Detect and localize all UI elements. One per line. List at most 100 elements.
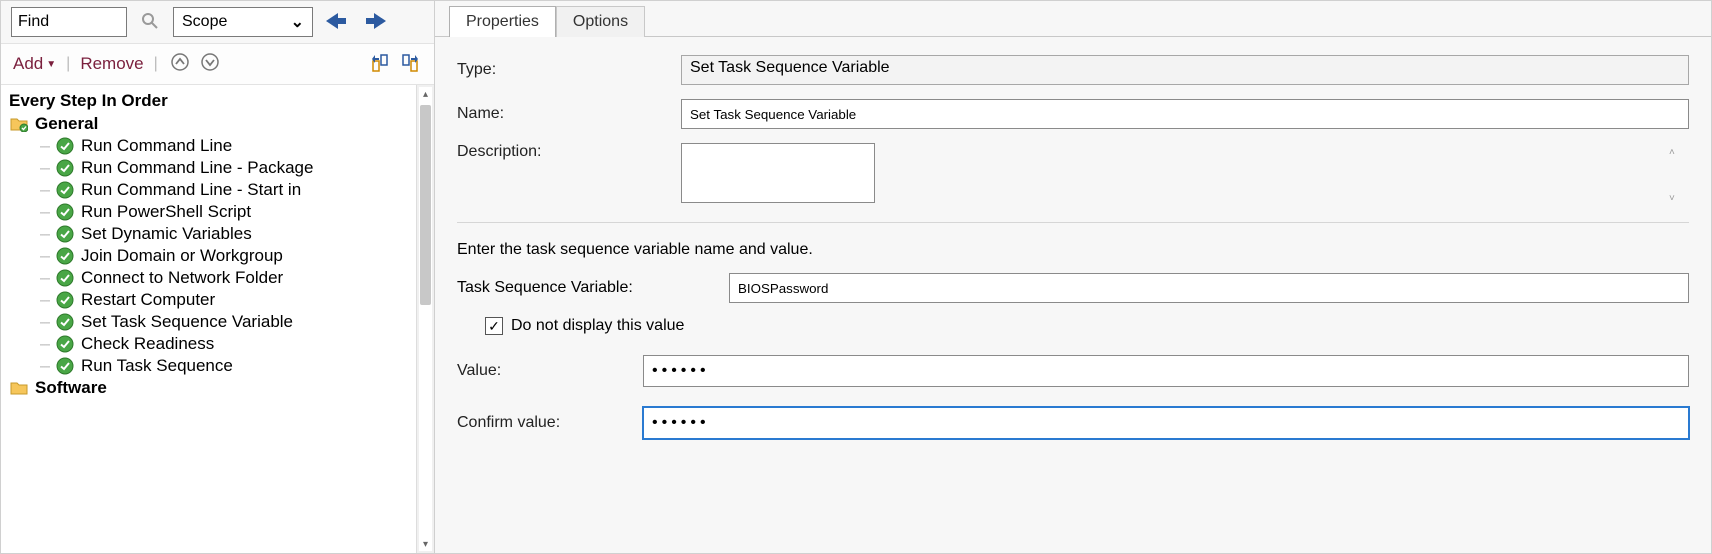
success-icon xyxy=(55,246,75,266)
tree-connector-icon: ····· xyxy=(21,315,49,329)
find-input[interactable] xyxy=(11,7,127,37)
textarea-spinner[interactable]: ˄ ˅ xyxy=(1669,147,1685,204)
collapse-all-button[interactable] xyxy=(168,52,192,76)
tree-connector-icon: ····· xyxy=(21,249,49,263)
tree-item[interactable]: ····· Run Task Sequence xyxy=(5,355,416,377)
tree-item[interactable]: ····· Set Dynamic Variables xyxy=(5,223,416,245)
tree-connector-icon: ····· xyxy=(21,271,49,285)
tree-connector-icon: ····· xyxy=(21,359,49,373)
tree-connector-icon: ····· xyxy=(21,161,49,175)
success-icon xyxy=(55,334,75,354)
edit-toolbar: Add▼ | Remove | xyxy=(1,44,434,85)
tree-folder-label: Software xyxy=(35,378,107,398)
folder-icon xyxy=(9,114,29,134)
check-icon: ✓ xyxy=(488,318,500,335)
tree-item-label: Check Readiness xyxy=(81,334,214,354)
success-icon xyxy=(55,136,75,156)
expand-all-button[interactable] xyxy=(198,52,222,76)
move-up-icon xyxy=(370,52,390,77)
tree-folder-software[interactable]: Software xyxy=(5,377,416,399)
chevron-up-circle-icon xyxy=(170,52,190,77)
tree-item-label: Join Domain or Workgroup xyxy=(81,246,283,266)
tree-item[interactable]: ····· Join Domain or Workgroup xyxy=(5,245,416,267)
tab-properties[interactable]: Properties xyxy=(449,6,556,37)
tree-item[interactable]: ····· Set Task Sequence Variable xyxy=(5,311,416,333)
tree-item-label: Restart Computer xyxy=(81,290,215,310)
hint-text: Enter the task sequence variable name an… xyxy=(457,241,1689,259)
name-input[interactable] xyxy=(681,99,1689,129)
spin-down-icon: ˅ xyxy=(1669,193,1685,204)
tree-wrap: Every Step In Order General ·····Run Com… xyxy=(1,85,434,553)
add-button[interactable]: Add▼ xyxy=(13,54,56,74)
success-icon xyxy=(55,180,75,200)
tree-scrollbar[interactable]: ▴ ▾ xyxy=(416,85,434,553)
do-not-display-label: Do not display this value xyxy=(511,317,684,335)
step-tree[interactable]: Every Step In Order General ·····Run Com… xyxy=(1,85,416,553)
properties-panel: Type: Set Task Sequence Variable Name: D… xyxy=(435,36,1711,553)
arrow-left-icon xyxy=(326,13,346,32)
success-icon xyxy=(55,158,75,178)
do-not-display-checkbox[interactable]: ✓ xyxy=(485,317,503,335)
tree-item-label: Connect to Network Folder xyxy=(81,268,283,288)
description-input[interactable] xyxy=(681,143,875,203)
scope-label: Scope xyxy=(182,13,227,31)
scroll-up-icon: ▴ xyxy=(417,85,434,103)
confirm-label: Confirm value: xyxy=(457,414,643,432)
tab-bar: Properties Options xyxy=(435,1,1711,36)
tree-item[interactable]: ····· Restart Computer xyxy=(5,289,416,311)
description-label: Description: xyxy=(457,143,681,161)
separator: | xyxy=(150,55,162,73)
find-next-button[interactable] xyxy=(359,7,393,37)
tree-connector-icon: ····· xyxy=(21,205,49,219)
scope-dropdown[interactable]: Scope ⌄ xyxy=(173,7,313,37)
left-pane: Scope ⌄ Add▼ | Remove | xyxy=(1,1,435,553)
confirm-value-input[interactable] xyxy=(643,407,1689,439)
tree-connector-icon: ····· xyxy=(21,337,49,351)
success-icon xyxy=(55,312,75,332)
spin-up-icon: ˄ xyxy=(1669,147,1685,158)
tab-options[interactable]: Options xyxy=(556,6,645,37)
success-icon xyxy=(55,268,75,288)
type-value: Set Task Sequence Variable xyxy=(681,55,1689,85)
do-not-display-row[interactable]: ✓ Do not display this value xyxy=(485,317,1689,335)
tree-item[interactable]: ····· Check Readiness xyxy=(5,333,416,355)
task-sequence-editor: Scope ⌄ Add▼ | Remove | xyxy=(0,0,1712,554)
folder-icon xyxy=(9,378,29,398)
success-icon xyxy=(55,290,75,310)
tree-item-label: Run Task Sequence xyxy=(81,356,233,376)
tree-connector-icon: ····· xyxy=(21,183,49,197)
tree-item[interactable]: ····· Run PowerShell Script xyxy=(5,201,416,223)
scroll-thumb[interactable] xyxy=(420,105,431,305)
remove-button[interactable]: Remove xyxy=(80,54,143,74)
arrow-right-icon xyxy=(366,13,386,32)
tree-item[interactable]: ····· Connect to Network Folder xyxy=(5,267,416,289)
tree-item-label: Run Command Line xyxy=(81,136,232,156)
move-down-button[interactable] xyxy=(398,52,422,76)
tsvar-input[interactable] xyxy=(729,273,1689,303)
type-label: Type: xyxy=(457,61,681,79)
chevron-down-icon: ⌄ xyxy=(291,12,304,32)
tree-item-label: Set Dynamic Variables xyxy=(81,224,252,244)
success-icon xyxy=(55,224,75,244)
tree-folder-general[interactable]: General xyxy=(5,113,416,135)
tree-item[interactable]: ····· Run Command Line - Package xyxy=(5,157,416,179)
dropdown-caret-icon: ▼ xyxy=(46,59,56,70)
separator: | xyxy=(62,55,74,73)
name-label: Name: xyxy=(457,105,681,123)
success-icon xyxy=(55,356,75,376)
value-label: Value: xyxy=(457,362,643,380)
move-up-button[interactable] xyxy=(368,52,392,76)
tree-item-label: Run Command Line - Package xyxy=(81,158,313,178)
right-pane: Properties Options Type: Set Task Sequen… xyxy=(435,1,1711,553)
tree-item-label: Run PowerShell Script xyxy=(81,202,251,222)
tree-connector-icon: ····· xyxy=(21,293,49,307)
search-button[interactable] xyxy=(133,7,167,37)
tree-connector-icon: ····· xyxy=(21,227,49,241)
find-prev-button[interactable] xyxy=(319,7,353,37)
tree-item[interactable]: ·····Run Command Line - Start in xyxy=(5,179,416,201)
value-input[interactable] xyxy=(643,355,1689,387)
success-icon xyxy=(55,202,75,222)
tree-item-label: Set Task Sequence Variable xyxy=(81,312,293,332)
tree-item[interactable]: ·····Run Command Line xyxy=(5,135,416,157)
tree-title: Every Step In Order xyxy=(5,89,416,113)
